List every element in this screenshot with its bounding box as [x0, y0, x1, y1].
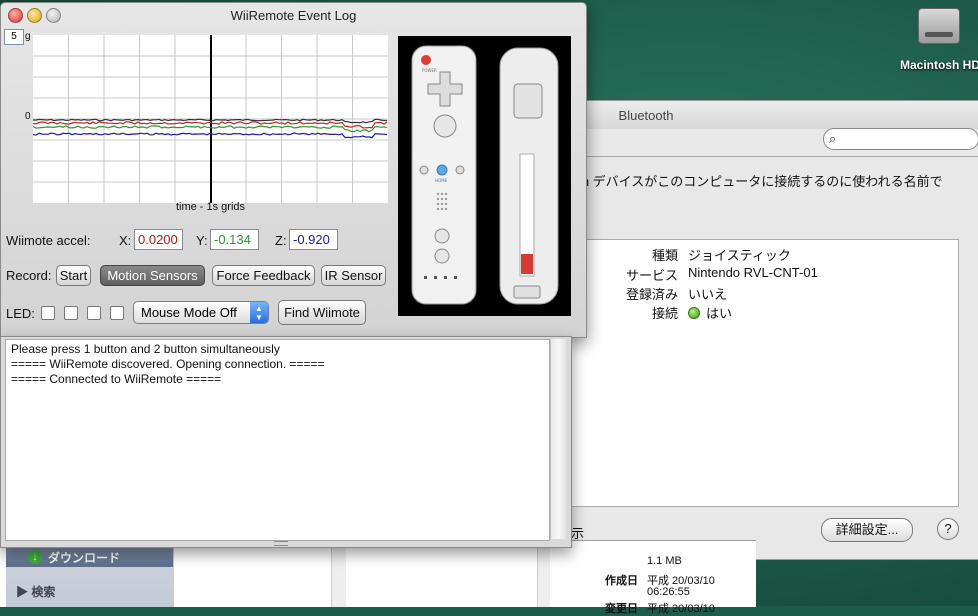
log-scrollbar[interactable] — [550, 339, 566, 539]
graph-caption: time - 1s grids — [175, 201, 246, 213]
expansion-port-icon — [513, 285, 541, 299]
led-checkbox-3[interactable] — [87, 306, 101, 320]
wiimote-image: POWER HOME — [398, 36, 571, 316]
y-value-field: -0.134 — [210, 229, 259, 250]
macintosh-hd-icon[interactable]: Macintosh HD — [900, 8, 978, 78]
connected-status-icon — [688, 307, 700, 319]
info-value: ジョイスティック — [688, 248, 791, 263]
accel-graph — [33, 35, 388, 203]
log-line: Please press 1 button and 2 button simul… — [11, 342, 280, 356]
minus-button-icon — [419, 165, 429, 175]
log-line: ===== WiiRemote discovered. Opening conn… — [11, 357, 325, 371]
y-label: Y: — [196, 233, 208, 248]
scale-unit: g — [25, 31, 31, 42]
accel-meter-fill — [521, 254, 533, 274]
start-button[interactable]: Start — [56, 265, 91, 286]
file-size: 1.1 MB — [647, 555, 682, 567]
search-icon: ⌕ — [829, 131, 837, 146]
info-key: 接続 — [651, 306, 678, 321]
finder-sidebar: ↓ ダウンロード ▶ 検索 — [6, 541, 173, 607]
info-row-paired: 登録済み いいえ — [572, 284, 958, 303]
advanced-settings-button[interactable]: 詳細設定... — [821, 518, 913, 542]
one-button-icon — [434, 228, 450, 244]
device-info-panel: 種類 ジョイスティック サービス Nintendo RVL-CNT-01 登録済… — [571, 239, 959, 507]
motion-sensors-button[interactable]: Motion Sensors — [100, 265, 205, 286]
led-checkbox-4[interactable] — [110, 306, 124, 320]
power-button-icon — [421, 55, 431, 65]
force-feedback-button[interactable]: Force Feedback — [212, 265, 315, 286]
two-button-icon — [434, 248, 450, 264]
info-value-connected: はい — [688, 303, 732, 322]
z-value-field: -0.920 — [289, 229, 338, 250]
log-window: Please press 1 button and 2 button simul… — [0, 336, 572, 548]
mouse-mode-value: Mouse Mode Off — [141, 305, 237, 320]
accel-label: Wiimote accel: — [6, 233, 91, 248]
sidebar-item-label: ダウンロード — [48, 551, 121, 565]
device-name-description: oth デバイスがこのコンピュータに接続するのに使われる名前で — [571, 174, 943, 189]
log-line: ===== Connected to WiiRemote ===== — [11, 372, 222, 386]
window-title: WiiRemote Event Log — [230, 8, 357, 23]
z-label: Z: — [275, 233, 287, 248]
connected-value: はい — [706, 306, 733, 321]
info-value: いいえ — [688, 287, 728, 302]
info-row-service: サービス Nintendo RVL-CNT-01 — [572, 265, 958, 284]
wiiremote-window: WiiRemote Event Log 5 g 0 time - 1s grid… — [0, 2, 587, 338]
created-label: 作成日 — [605, 575, 638, 587]
hard-disk-icon — [918, 8, 960, 44]
resize-grip-icon[interactable] — [274, 541, 288, 546]
help-button[interactable]: ? — [937, 518, 959, 540]
home-label: HOME — [435, 178, 448, 183]
wiimote-drawing: POWER HOME — [411, 45, 559, 305]
log-text-area[interactable]: Please press 1 button and 2 button simul… — [5, 339, 550, 541]
x-value-field: 0.0200 — [134, 229, 183, 250]
plus-button-icon — [455, 165, 465, 175]
sidebar-item-search[interactable]: ▶ 検索 — [16, 583, 55, 600]
finder-column — [173, 541, 332, 607]
scale-stepper[interactable]: 5 — [4, 29, 24, 45]
modified-label: 変更日 — [605, 603, 638, 615]
info-value: Nintendo RVL-CNT-01 — [688, 265, 818, 280]
info-row-type: 種類 ジョイスティック — [572, 245, 958, 264]
accel-graph-svg — [33, 35, 388, 203]
led-checkbox-2[interactable] — [64, 306, 78, 320]
record-label: Record: — [6, 268, 52, 283]
modified-date: 平成 20/03/10 — [647, 603, 715, 615]
led-label: LED: — [6, 306, 35, 321]
find-wiimote-button[interactable]: Find Wiimote — [278, 300, 366, 325]
info-key: 登録済み — [625, 287, 678, 302]
ir-sensor-button[interactable]: IR Sensor — [321, 265, 386, 286]
search-field[interactable]: ⌕ — [823, 128, 978, 150]
created-time: 06:26:55 — [647, 586, 690, 598]
power-label: POWER — [422, 68, 437, 73]
sidebar-search-label: 検索 — [31, 585, 56, 599]
x-label: X: — [119, 233, 132, 248]
finder-column-divider — [331, 541, 346, 607]
a-button-icon — [433, 114, 457, 138]
finder-scroll[interactable] — [537, 541, 550, 607]
download-icon: ↓ — [28, 550, 42, 564]
info-key: サービス — [625, 268, 678, 283]
mouse-mode-select[interactable]: Mouse Mode Off ▲ ▼ — [133, 301, 269, 324]
popup-arrows-icon: ▲ ▼ — [250, 302, 268, 323]
home-button-icon — [436, 164, 448, 176]
led-checkbox-1[interactable] — [41, 306, 55, 320]
sidebar-item-downloads[interactable]: ↓ ダウンロード — [6, 547, 173, 567]
finder-window: ↓ ダウンロード ▶ 検索 1.1 MB 作成日 平成 20/03/10 06:… — [0, 540, 756, 615]
info-key: 種類 — [651, 248, 678, 263]
zero-axis-label: 0 — [25, 111, 31, 122]
info-row-connected: 接続 はい — [572, 303, 958, 322]
disk-label: Macintosh HD — [900, 58, 978, 72]
b-trigger-icon — [513, 83, 543, 119]
